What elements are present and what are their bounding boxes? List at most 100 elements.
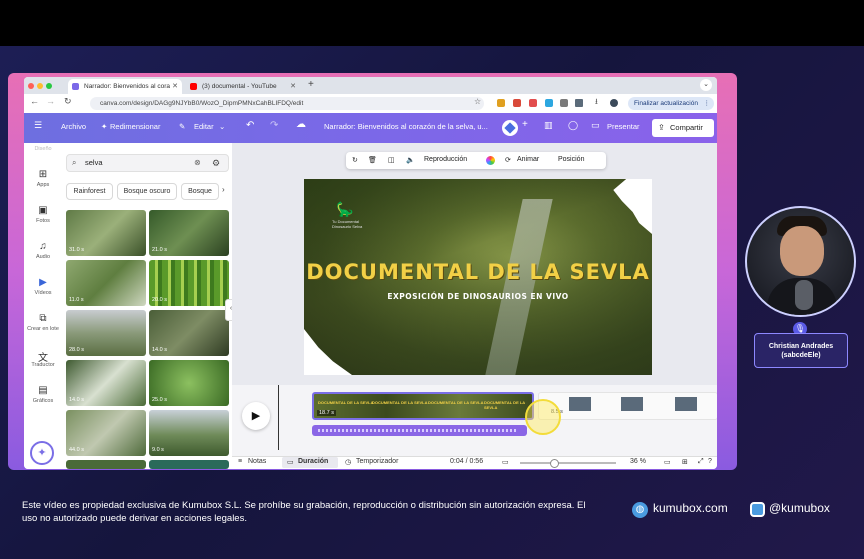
- video-thumbnail[interactable]: 21.0 s: [149, 210, 229, 256]
- timer-button[interactable]: Temporizador: [356, 458, 398, 465]
- url-input[interactable]: canva.com/design/DAGg9NJYbB0/WozO_DipmPM…: [90, 97, 484, 110]
- videos-panel: ⌕ selva ⊗ ⚙ Rainforest Bosque oscuro Bos…: [62, 143, 237, 469]
- video-thumbnail[interactable]: [66, 460, 146, 469]
- chip-label: Rainforest: [73, 188, 106, 195]
- tab-canva[interactable]: Narrador: Bienvenidos al cora ✕: [68, 79, 182, 94]
- extension-icon[interactable]: [513, 99, 521, 107]
- video-thumbnail[interactable]: 20.0 s: [149, 260, 229, 306]
- sidebar-item-audio[interactable]: ♫ Audio: [24, 241, 62, 260]
- extension-icon[interactable]: [545, 99, 553, 107]
- close-icon[interactable]: ✕: [172, 79, 178, 94]
- filter-chip[interactable]: Bosque oscuro: [117, 183, 177, 200]
- window-maximize-dot[interactable]: [46, 83, 52, 89]
- instagram-handle[interactable]: @kumubox: [769, 501, 830, 515]
- tab-youtube[interactable]: (3) documental - YouTube ✕: [186, 79, 300, 94]
- video-thumbnail[interactable]: [149, 460, 229, 469]
- help-icon[interactable]: ?: [708, 458, 712, 465]
- video-thumbnail[interactable]: 14.0 s: [149, 310, 229, 356]
- update-button[interactable]: Finalizar actualización ⋮: [628, 97, 714, 110]
- fullscreen-icon[interactable]: ⤢: [698, 458, 704, 466]
- window-close-dot[interactable]: [28, 83, 34, 89]
- slide-title[interactable]: DOCUMENTAL DE LA SEVLA: [304, 260, 652, 284]
- upload-icon: ⇪: [658, 123, 665, 132]
- sidebar-item-translator[interactable]: 文 Traductor: [24, 349, 62, 368]
- chevron-down-icon[interactable]: ⌄: [700, 79, 712, 91]
- document-title[interactable]: Narrador: Bienvenidos al corazón de la s…: [324, 122, 488, 131]
- add-collaborator-icon[interactable]: +: [522, 119, 528, 130]
- video-clip-selected[interactable]: DOCUMENTAL DE LA SEVLA DOCUMENTAL DE LA …: [312, 392, 534, 420]
- filter-chip[interactable]: Rainforest: [66, 183, 113, 200]
- replace-icon[interactable]: ↻: [352, 156, 358, 164]
- share-button[interactable]: ⇪ Compartir: [652, 119, 714, 137]
- profile-avatar-icon[interactable]: [610, 99, 618, 107]
- sidebar-item-design[interactable]: Diseño: [24, 146, 62, 152]
- video-thumbnail[interactable]: 25.0 s: [149, 360, 229, 406]
- bookmark-star-icon[interactable]: ☆: [474, 97, 481, 106]
- page-grid-icon[interactable]: ▭: [664, 458, 671, 466]
- download-icon[interactable]: ⭳: [595, 96, 598, 110]
- playhead[interactable]: [278, 385, 279, 450]
- video-clip-next[interactable]: 8.5 s: [538, 392, 717, 420]
- audio-track[interactable]: [312, 425, 527, 436]
- forward-arrow-icon[interactable]: →: [46, 96, 55, 106]
- zoom-slider[interactable]: [520, 462, 616, 464]
- website-link[interactable]: kumubox.com: [653, 501, 728, 515]
- video-thumbnail[interactable]: 14.0 s: [66, 360, 146, 406]
- comment-icon[interactable]: ◯: [568, 120, 578, 131]
- volume-icon[interactable]: 🔈: [406, 156, 415, 164]
- extension-icon[interactable]: [560, 99, 568, 107]
- color-adjust-icon[interactable]: [486, 156, 495, 165]
- sidebar-item-photos[interactable]: ▣ Fotos: [24, 205, 62, 224]
- video-thumbnail[interactable]: 44.0 s: [66, 410, 146, 456]
- magic-assistant-icon[interactable]: ✦: [30, 441, 54, 465]
- analytics-icon[interactable]: ▥: [544, 120, 553, 131]
- play-button[interactable]: ▶: [242, 402, 270, 430]
- sidebar-item-charts[interactable]: ▤ Gráficos: [24, 385, 62, 404]
- video-thumbnail[interactable]: 28.0 s: [66, 310, 146, 356]
- clip-frame: [621, 397, 643, 411]
- sidebar-item-apps[interactable]: ⊞ Apps: [24, 169, 62, 188]
- clip-frame: [675, 397, 697, 411]
- position-button[interactable]: Posición: [558, 156, 584, 163]
- playback-button[interactable]: Reproducción: [424, 156, 467, 163]
- menu-icon[interactable]: ☰: [34, 120, 42, 131]
- filter-icon[interactable]: ⚙: [212, 155, 220, 171]
- reload-icon[interactable]: ↻: [64, 96, 72, 107]
- extension-icon[interactable]: [497, 99, 505, 107]
- notes-button[interactable]: Notas: [248, 458, 266, 465]
- chevron-down-icon[interactable]: ⌄: [219, 122, 225, 131]
- redo-icon[interactable]: ↷: [270, 120, 278, 131]
- globe-icon: ◍: [632, 502, 648, 518]
- sidebar-item-bulk-create[interactable]: ⧉ Crear en lote: [24, 313, 62, 332]
- file-menu[interactable]: Archivo: [61, 122, 86, 131]
- resize-button[interactable]: Redimensionar: [110, 122, 160, 131]
- new-tab-button[interactable]: +: [308, 79, 314, 90]
- search-input[interactable]: ⌕ selva ⊗ ⚙: [66, 154, 229, 172]
- video-thumbnail[interactable]: 9.0 s: [149, 410, 229, 456]
- slide-canvas[interactable]: 🦕 Tu Documental Dinosaurio Selva DOCUMEN…: [304, 179, 652, 375]
- collaborator-avatar[interactable]: [502, 120, 518, 136]
- sidebar-item-videos[interactable]: ▶ Vídeos: [24, 277, 62, 296]
- extension-icon[interactable]: [529, 99, 537, 107]
- animate-button[interactable]: Animar: [517, 156, 539, 163]
- window-minimize-dot[interactable]: [37, 83, 43, 89]
- zoom-slider-handle[interactable]: [550, 459, 559, 468]
- duration-button[interactable]: Duración: [298, 458, 328, 465]
- present-button[interactable]: Presentar: [607, 122, 640, 131]
- video-thumbnail[interactable]: 31.0 s: [66, 210, 146, 256]
- undo-icon[interactable]: ↶: [246, 120, 254, 131]
- clear-icon[interactable]: ⊗: [194, 155, 201, 171]
- puzzle-icon[interactable]: [575, 99, 583, 107]
- close-icon[interactable]: ✕: [290, 79, 296, 94]
- trash-icon[interactable]: 🗑: [368, 156, 377, 164]
- chevron-right-icon[interactable]: ›: [222, 185, 225, 194]
- filter-chip[interactable]: Bosque: [181, 183, 219, 200]
- grid-view-icon[interactable]: ⊞: [682, 458, 688, 466]
- slide-subtitle[interactable]: EXPOSICIÓN DE DINOSAURIOS EN VIVO: [304, 292, 652, 301]
- back-arrow-icon[interactable]: ←: [30, 96, 39, 106]
- screen-icon[interactable]: ▭: [502, 458, 509, 466]
- flip-icon[interactable]: ◫: [388, 156, 395, 164]
- more-vertical-icon[interactable]: ⋮: [704, 97, 711, 110]
- video-thumbnail[interactable]: 11.0 s: [66, 260, 146, 306]
- edit-mode-button[interactable]: Editar: [194, 122, 214, 131]
